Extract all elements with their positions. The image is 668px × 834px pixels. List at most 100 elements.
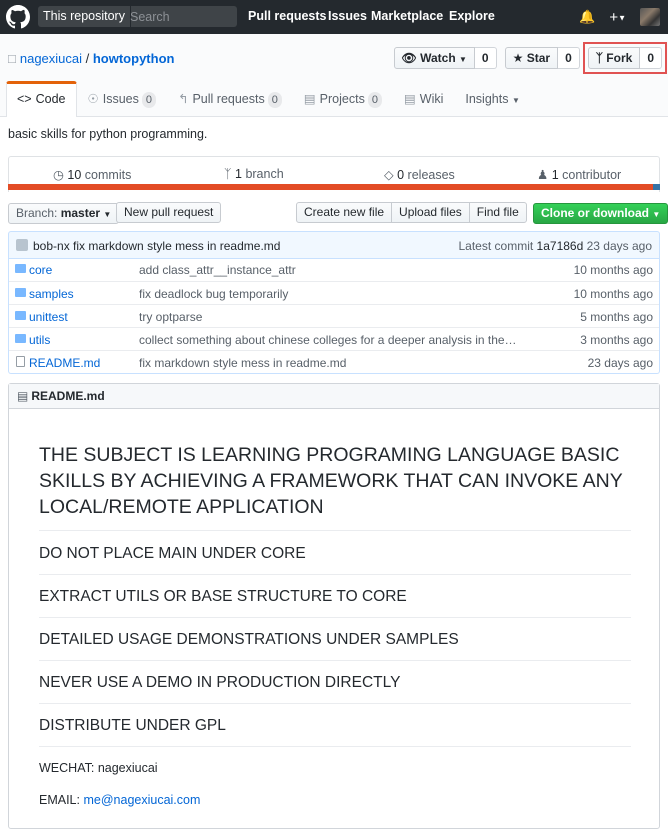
- table-row: core add class_attr__instance_attr 10 mo…: [9, 258, 659, 281]
- readme-heading: THE SUBJECT IS LEARNING PROGRAMING LANGU…: [39, 442, 631, 531]
- file-commit-message[interactable]: fix markdown style mess in readme.md: [139, 356, 519, 370]
- readme-email: EMAIL: me@nagexiucai.com: [39, 791, 631, 809]
- readme-header: ▤ README.md: [9, 384, 659, 409]
- tab-projects[interactable]: ▤ Projects 0: [293, 81, 393, 117]
- projects-count-badge: 0: [367, 92, 382, 108]
- search-scope[interactable]: This repository: [38, 6, 131, 27]
- branch-select-button[interactable]: Branch: master ▼: [8, 203, 120, 224]
- watch-label: Watch: [420, 51, 456, 65]
- star-group: ★ Star 0: [504, 47, 580, 69]
- create-new-file-button[interactable]: Create new file: [296, 202, 393, 223]
- watch-group: 👁 Watch ▼ 0: [393, 47, 497, 69]
- file-name-link[interactable]: unittest: [29, 310, 68, 324]
- readme-content: THE SUBJECT IS LEARNING PROGRAMING LANGU…: [39, 442, 631, 823]
- email-link[interactable]: me@nagexiucai.com: [83, 793, 200, 807]
- folder-icon: [15, 311, 26, 320]
- readme-subheading: DISTRIBUTE UNDER GPL: [39, 716, 631, 747]
- tab-projects-label: Projects: [319, 92, 365, 106]
- commit-message: bob-nx fix markdown style mess in readme…: [33, 239, 280, 253]
- star-button[interactable]: ★ Star: [504, 47, 559, 69]
- repo-owner-link[interactable]: nagexiucai: [20, 51, 82, 66]
- nav-issues[interactable]: Issues: [328, 9, 367, 23]
- fork-button[interactable]: ᛉ Fork: [587, 47, 641, 69]
- file-commit-message[interactable]: try optparse: [139, 310, 519, 324]
- branch-icon: ᛉ: [224, 167, 232, 181]
- email-label: EMAIL:: [39, 793, 80, 807]
- table-row: unittest try optparse 5 months ago: [9, 304, 659, 327]
- releases-link[interactable]: ◇ 0 releases: [384, 167, 455, 182]
- contributor-count: 1: [551, 168, 559, 182]
- file-age: 10 months ago: [573, 263, 653, 277]
- new-pull-request-button[interactable]: New pull request: [116, 202, 222, 223]
- star-count[interactable]: 0: [558, 47, 580, 69]
- search-input[interactable]: [130, 8, 230, 25]
- file-name-link[interactable]: README.md: [29, 356, 100, 370]
- file-commit-message[interactable]: add class_attr__instance_attr: [139, 263, 519, 277]
- file-icon: [16, 356, 25, 367]
- avatar[interactable]: [640, 8, 660, 26]
- commit-message-link[interactable]: fix markdown style mess in readme.md: [73, 239, 280, 253]
- github-logo-icon[interactable]: [6, 5, 30, 29]
- readme-subheading: NEVER USE A DEMO IN PRODUCTION DIRECTLY: [39, 673, 631, 704]
- file-name-link[interactable]: samples: [29, 287, 74, 301]
- tab-pull-requests[interactable]: ↰ Pull requests 0: [167, 81, 293, 117]
- upload-files-button[interactable]: Upload files: [391, 202, 470, 223]
- plus-icon[interactable]: +▼: [609, 9, 626, 26]
- contributors-link[interactable]: ♟ 1 contributor: [537, 167, 621, 182]
- branch-link[interactable]: ᛉ 1 branch: [224, 167, 284, 181]
- commits-count: 10: [67, 168, 82, 182]
- fork-icon: ᛉ: [595, 51, 603, 65]
- language-bar[interactable]: [8, 184, 660, 190]
- book-icon: ▤: [17, 389, 29, 403]
- caret-down-icon: ▼: [459, 55, 467, 64]
- tab-wiki[interactable]: ▤ Wiki: [393, 81, 454, 117]
- nav-pull-requests[interactable]: Pull requests: [248, 9, 327, 23]
- watch-count[interactable]: 0: [474, 47, 497, 69]
- commit-sha[interactable]: 1a7186d: [537, 239, 584, 253]
- watch-button[interactable]: 👁 Watch ▼: [393, 47, 475, 69]
- eye-icon: 👁: [401, 51, 417, 65]
- file-name-link[interactable]: core: [29, 263, 52, 277]
- file-age: 3 months ago: [580, 333, 653, 347]
- people-icon: ♟: [537, 168, 549, 182]
- file-age: 10 months ago: [573, 287, 653, 301]
- repo-header: □ nagexiucai / howtopython 👁 Watch ▼ 0 ★ …: [0, 34, 668, 117]
- history-icon: ◷: [53, 168, 64, 182]
- tab-code[interactable]: <> Code: [6, 81, 77, 117]
- fork-count[interactable]: 0: [640, 47, 662, 69]
- table-row: utils collect something about chinese co…: [9, 327, 659, 350]
- repo-description: basic skills for python programming.: [8, 127, 208, 141]
- find-file-button[interactable]: Find file: [468, 202, 527, 223]
- commit-author[interactable]: bob-nx: [33, 239, 70, 253]
- tab-pr-label: Pull requests: [192, 92, 265, 106]
- nav-marketplace[interactable]: Marketplace: [371, 9, 443, 23]
- clone-download-button[interactable]: Clone or download ▼: [533, 203, 668, 224]
- issue-icon: ☉: [87, 92, 99, 106]
- releases-label: releases: [407, 168, 455, 182]
- tab-issues-label: Issues: [102, 92, 139, 106]
- fork-group: ᛉ Fork 0: [582, 42, 668, 74]
- file-commit-message[interactable]: fix deadlock bug temporarily: [139, 287, 519, 301]
- file-actions-group: Create new file Upload files Find file: [296, 202, 527, 223]
- readme-subheading: DETAILED USAGE DEMONSTRATIONS UNDER SAMP…: [39, 630, 631, 661]
- contributor-label: contributor: [562, 168, 622, 182]
- commits-label: commits: [84, 168, 132, 182]
- repo-title: □ nagexiucai / howtopython: [8, 51, 175, 66]
- commit-meta: Latest commit 1a7186d 23 days ago: [459, 239, 653, 253]
- search-box[interactable]: This repository: [38, 6, 237, 27]
- file-name-link[interactable]: utils: [29, 333, 50, 347]
- commit-author-avatar[interactable]: [16, 239, 28, 251]
- bell-icon[interactable]: 🔔: [579, 9, 595, 25]
- readme-filename: README.md: [31, 389, 105, 403]
- code-icon: <>: [17, 92, 32, 106]
- folder-icon: [15, 264, 26, 273]
- nav-explore[interactable]: Explore: [449, 9, 495, 23]
- readme-subheading: EXTRACT UTILS OR BASE STRUCTURE TO CORE: [39, 587, 631, 618]
- tab-insights[interactable]: Insights ▼: [454, 81, 531, 117]
- repo-name-link[interactable]: howtopython: [93, 51, 175, 66]
- project-icon: ▤: [303, 92, 316, 106]
- file-commit-message[interactable]: collect something about chinese colleges…: [139, 333, 519, 347]
- commits-link[interactable]: ◷ 10 commits: [53, 167, 131, 182]
- tab-issues[interactable]: ☉ Issues 0: [77, 81, 167, 117]
- caret-down-icon: ▼: [652, 210, 661, 219]
